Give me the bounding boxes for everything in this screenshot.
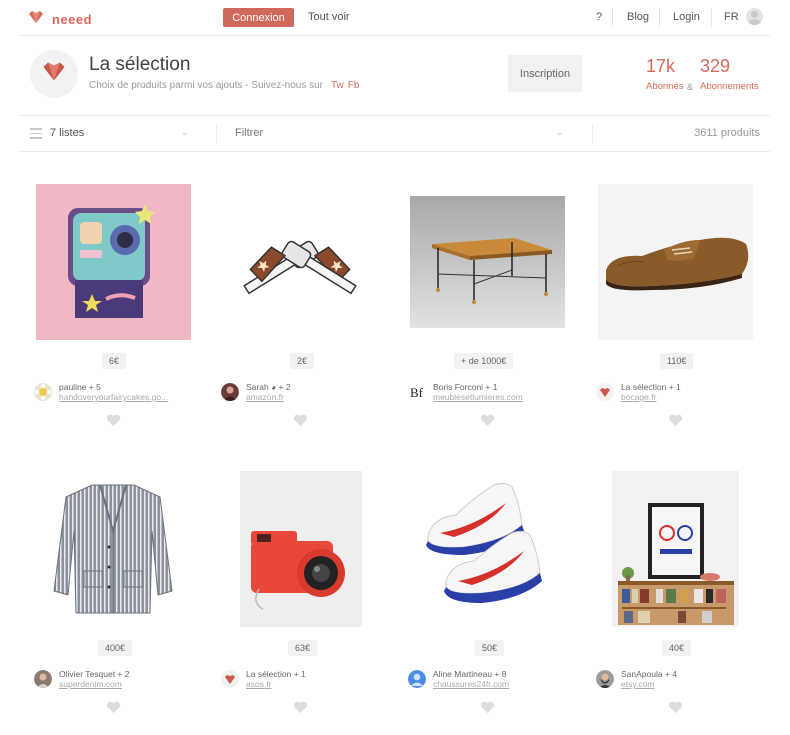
added-by[interactable]: Boris Forconi + 1 xyxy=(433,382,498,392)
price-badge: 50€ xyxy=(475,640,505,656)
heart-icon[interactable] xyxy=(106,414,121,427)
following-count[interactable]: 329 xyxy=(700,56,730,77)
user-avatar[interactable] xyxy=(221,383,239,401)
following-label[interactable]: Abonnements xyxy=(700,81,759,92)
user-avatar[interactable]: Bf xyxy=(408,383,426,401)
price-badge: 110€ xyxy=(660,353,694,369)
user-avatar[interactable] xyxy=(221,670,239,688)
page-subtitle: Choix de produits parmi vos ajouts - Sui… xyxy=(89,80,323,91)
source-link[interactable]: bocage.fr xyxy=(621,392,656,402)
filter-divider xyxy=(592,124,593,144)
followers-count[interactable]: 17k xyxy=(646,56,675,77)
page-title: La sélection xyxy=(89,54,191,75)
filter-bar: 7 listes ⌄ Filtrer ⌄ 3611 produits xyxy=(18,116,770,152)
user-avatar[interactable] xyxy=(408,670,426,688)
added-by[interactable]: Aline Martineau + 8 xyxy=(433,669,506,679)
user-avatar[interactable] xyxy=(596,383,614,401)
product-image-brown-shoe[interactable] xyxy=(582,184,769,340)
logo-text: neeed xyxy=(52,12,93,27)
chevron-down-icon[interactable]: ⌄ xyxy=(181,127,189,138)
heart-icon[interactable] xyxy=(668,414,683,427)
help-link[interactable]: ? xyxy=(596,11,602,23)
stats-separator: & xyxy=(687,82,694,92)
nav-divider xyxy=(711,8,712,28)
heart-icon[interactable] xyxy=(293,414,308,427)
product-image-nike-cortez[interactable] xyxy=(394,471,581,627)
product-image-france-poster[interactable] xyxy=(582,471,769,627)
price-badge: 40€ xyxy=(662,640,692,656)
source-link[interactable]: asos.fr xyxy=(246,679,272,689)
price-badge: 63€ xyxy=(288,640,318,656)
product-image-camera-patch[interactable] xyxy=(20,184,207,340)
product-image-red-camera[interactable] xyxy=(207,471,394,627)
filter-divider xyxy=(216,124,217,144)
price-badge: + de 1000€ xyxy=(454,353,514,369)
product-image-coffee-table[interactable] xyxy=(394,184,581,340)
heart-icon[interactable] xyxy=(293,701,308,714)
profile-avatar xyxy=(30,50,78,98)
blog-link[interactable]: Blog xyxy=(627,11,649,23)
added-by[interactable]: La sélection + 1 xyxy=(246,669,306,679)
added-by[interactable]: SanApoula + 4 xyxy=(621,669,677,679)
hamburger-icon[interactable] xyxy=(30,128,42,139)
source-link[interactable]: superdenim.com xyxy=(59,679,122,689)
source-link[interactable]: chaussures24fr.com xyxy=(433,679,509,689)
source-link[interactable]: amazon.fr xyxy=(246,392,284,402)
heart-gem-icon xyxy=(28,10,44,29)
twitter-link[interactable]: Tw xyxy=(331,80,344,91)
added-by[interactable]: pauline + 5 xyxy=(59,382,101,392)
product-image-crossed-pistols[interactable] xyxy=(207,184,394,340)
lists-dropdown[interactable]: 7 listes xyxy=(50,127,84,139)
heart-icon[interactable] xyxy=(480,414,495,427)
social-links: Tw Fb xyxy=(331,80,363,91)
source-link[interactable]: etsy.com xyxy=(621,679,654,689)
followers-label[interactable]: Abonnés xyxy=(646,81,684,92)
user-avatar[interactable] xyxy=(596,670,614,688)
heart-icon[interactable] xyxy=(668,701,683,714)
logo[interactable]: neeed xyxy=(28,10,92,29)
price-badge: 400€ xyxy=(98,640,133,656)
login-link[interactable]: Login xyxy=(673,11,700,23)
added-by[interactable]: Sarah ◕ + 2 xyxy=(246,382,291,392)
added-by[interactable]: La sélection + 1 xyxy=(621,382,681,392)
inscription-button[interactable]: Inscription xyxy=(508,55,582,92)
nav-divider xyxy=(659,8,660,28)
nav-divider xyxy=(612,8,613,28)
profile-header: La sélection Choix de produits parmi vos… xyxy=(18,36,770,116)
product-count: 3611 produits xyxy=(694,127,760,139)
svg-text:Bf: Bf xyxy=(410,385,424,400)
user-avatar[interactable] xyxy=(746,8,763,25)
top-navigation: neeed Connexion Tout voir ? Blog Login F… xyxy=(18,0,770,36)
connexion-button[interactable]: Connexion xyxy=(223,8,294,27)
user-avatar[interactable] xyxy=(34,670,52,688)
source-link[interactable]: handoveryourfairycakes.go... xyxy=(59,392,168,402)
tout-voir-link[interactable]: Tout voir xyxy=(308,11,350,23)
price-badge: 6€ xyxy=(102,353,127,369)
product-image-striped-jacket[interactable] xyxy=(20,471,207,627)
source-link[interactable]: meublesetlumieres.com xyxy=(433,392,523,402)
heart-gem-icon xyxy=(42,61,66,87)
heart-icon[interactable] xyxy=(106,701,121,714)
facebook-link[interactable]: Fb xyxy=(348,80,360,91)
heart-icon[interactable] xyxy=(480,701,495,714)
language-selector[interactable]: FR xyxy=(724,11,739,23)
filter-dropdown[interactable]: Filtrer xyxy=(235,127,263,139)
price-badge: 2€ xyxy=(290,353,315,369)
user-avatar[interactable] xyxy=(34,383,52,401)
chevron-down-icon[interactable]: ⌄ xyxy=(556,127,564,138)
added-by[interactable]: Olivier Tesquet + 2 xyxy=(59,669,129,679)
